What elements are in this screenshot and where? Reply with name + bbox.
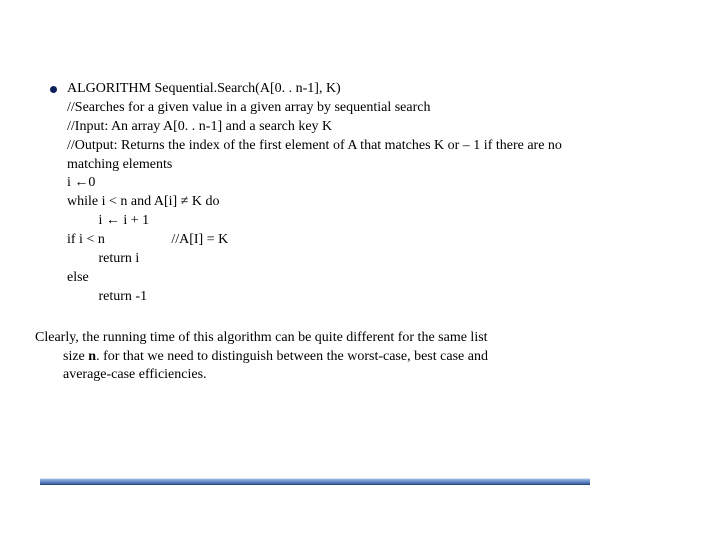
footer-divider-bar bbox=[40, 478, 590, 485]
algo-line-3: i ← i + 1 bbox=[67, 212, 685, 231]
algo-line-4: if i < n //A[I] = K bbox=[67, 231, 685, 250]
algorithm-block: ALGORITHM Sequential.Search(A[0. . n-1],… bbox=[50, 80, 685, 307]
algo-line-2: while i < n and A[i] ≠ K do bbox=[67, 193, 685, 212]
summary-rest: . for that we need to distinguish betwee… bbox=[96, 349, 488, 364]
summary-size-word: size bbox=[63, 349, 85, 364]
algo-comment-1: //Searches for a given value in a given … bbox=[67, 99, 685, 118]
algo-line-7: return -1 bbox=[67, 288, 685, 307]
algo-comment-3b: matching elements bbox=[67, 156, 685, 175]
algo-line-5: return i bbox=[67, 250, 685, 269]
bullet-icon bbox=[50, 86, 57, 93]
summary-line-2: size n. for that we need to distinguish … bbox=[35, 348, 685, 367]
algo-line-6: else bbox=[67, 269, 685, 288]
summary-bold-n: n bbox=[85, 349, 96, 364]
algo-comment-3: //Output: Returns the index of the first… bbox=[67, 137, 685, 156]
algo-line-1: i ←0 bbox=[67, 174, 685, 193]
summary-line-3: average-case efficiencies. bbox=[35, 366, 685, 385]
algo-title: ALGORITHM Sequential.Search(A[0. . n-1],… bbox=[67, 80, 685, 99]
algorithm-lines-container: ALGORITHM Sequential.Search(A[0. . n-1],… bbox=[67, 80, 685, 307]
summary-paragraph: Clearly, the running time of this algori… bbox=[35, 329, 685, 386]
algo-comment-2: //Input: An array A[0. . n-1] and a sear… bbox=[67, 118, 685, 137]
summary-line-1: Clearly, the running time of this algori… bbox=[35, 329, 685, 348]
